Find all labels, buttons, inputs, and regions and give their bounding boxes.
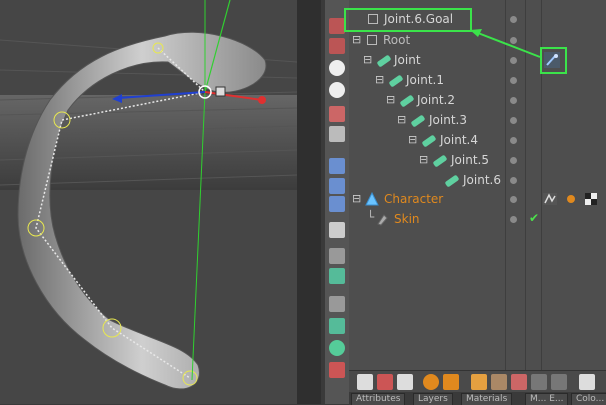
tree-item-joint-3[interactable]: ⊟ Joint.3	[349, 110, 606, 130]
film-icon[interactable]	[397, 374, 413, 390]
joint-icon	[399, 94, 415, 108]
null-root-icon	[367, 35, 377, 45]
object-manager-toolbar	[325, 0, 349, 404]
visibility-dot[interactable]	[510, 137, 517, 144]
3d-view-icon[interactable]	[531, 374, 547, 390]
tree-item-label: Joint	[394, 53, 421, 67]
tree-item-joint-2[interactable]: ⊟ Joint.2	[349, 90, 606, 110]
collapse-icon[interactable]: ⊟	[408, 133, 417, 146]
tree-item-label: Root	[383, 33, 411, 47]
tree-item-label: Joint.6	[463, 173, 501, 187]
tree-item-joint-1[interactable]: ⊟ Joint.1	[349, 70, 606, 90]
gizmo-plane-icon[interactable]	[215, 86, 226, 97]
viewport-canvas[interactable]	[0, 0, 297, 404]
joint-icon	[421, 134, 437, 148]
collapse-icon[interactable]: ⊟	[352, 33, 361, 46]
joint-icon	[388, 74, 404, 88]
tree-item-label: Joint.2	[417, 93, 455, 107]
tab-materials[interactable]: Materials	[461, 393, 513, 405]
null-icon[interactable]	[329, 222, 345, 238]
visibility-dot[interactable]	[510, 77, 517, 84]
visibility-dot[interactable]	[510, 37, 517, 44]
ik-icon[interactable]	[329, 268, 345, 284]
effector-icon[interactable]	[329, 318, 345, 334]
ik-tag-highlight-box	[540, 47, 567, 74]
tree-branch-icon: └	[367, 210, 375, 224]
tab-me[interactable]: M... E...	[525, 393, 569, 405]
joint-icon	[432, 154, 448, 168]
collapse-icon[interactable]: ⊟	[397, 113, 406, 126]
tree-item-label: Character	[384, 192, 444, 206]
bone-icon[interactable]	[511, 374, 527, 390]
tree-item-label: Joint.1	[406, 73, 444, 87]
visibility-dot[interactable]	[510, 177, 517, 184]
3d-viewport[interactable]	[0, 0, 297, 404]
motion-tag-icon	[543, 193, 557, 205]
visibility-dot[interactable]	[510, 157, 517, 164]
joint-align-icon[interactable]	[329, 196, 345, 212]
figure-icon[interactable]	[329, 106, 345, 122]
character-tags[interactable]	[543, 191, 603, 207]
settings-icon[interactable]	[579, 374, 595, 390]
tree-item-character[interactable]: ⊟ Character	[349, 189, 606, 209]
mesh-icon[interactable]	[329, 296, 345, 312]
ik-solver-icon[interactable]	[491, 374, 507, 390]
joint-icon	[444, 174, 460, 188]
visibility-dot[interactable]	[510, 216, 517, 223]
joint-tool-icon[interactable]	[329, 158, 345, 174]
object-manager-bottom-toolbar	[349, 370, 606, 393]
x-axis-arrow-icon[interactable]	[258, 96, 266, 104]
tree-item-joint-4[interactable]: ⊟ Joint.4	[349, 130, 606, 150]
goal-highlight-box	[344, 8, 472, 32]
collapse-icon[interactable]: ⊟	[386, 93, 395, 106]
weight-tag-icon	[567, 195, 575, 203]
deformer-icon[interactable]	[329, 362, 345, 378]
skin-icon	[377, 214, 388, 226]
manager-tabs: Attributes Layers Materials M... E... Co…	[349, 392, 606, 405]
viewport-divider[interactable]	[297, 0, 321, 404]
tree-item-label: Joint.4	[440, 133, 478, 147]
character-icon	[365, 192, 379, 206]
visibility-dot[interactable]	[510, 57, 517, 64]
visibility-dot[interactable]	[510, 117, 517, 124]
tab-layers[interactable]: Layers	[413, 393, 453, 405]
tab-attributes[interactable]: Attributes	[351, 393, 406, 405]
checkmark-icon[interactable]: ✔	[529, 211, 539, 225]
collapse-icon[interactable]: ⊟	[363, 53, 372, 66]
tab-colors[interactable]: Colo...	[571, 393, 606, 405]
3d-view-alt-icon[interactable]	[551, 374, 567, 390]
joint-icon	[376, 54, 392, 68]
render-icon[interactable]	[357, 374, 373, 390]
tree-item-joint-5[interactable]: ⊟ Joint.5	[349, 150, 606, 170]
sphere-icon[interactable]	[329, 60, 345, 76]
object-manager: Joint.6.Goal ⊟ Root ⊟ Joint ⊟ Joint.1 ⊟ …	[349, 0, 606, 404]
point-icon[interactable]	[329, 340, 345, 356]
filter-icon[interactable]	[329, 38, 345, 54]
visibility-dot[interactable]	[510, 97, 517, 104]
tree-item-label: Joint.3	[429, 113, 467, 127]
collapse-icon[interactable]: ⊟	[352, 192, 361, 205]
move-icon[interactable]	[471, 374, 487, 390]
tree-item-label: Joint.5	[451, 153, 489, 167]
joint-icon	[410, 114, 426, 128]
sphere-alt-icon[interactable]	[329, 82, 345, 98]
tree-item-skin[interactable]: └ Skin ✔	[349, 209, 606, 229]
record-icon[interactable]	[377, 374, 393, 390]
collapse-icon[interactable]: ⊟	[419, 153, 428, 166]
joint-chain-icon[interactable]	[329, 178, 345, 194]
tree-item-joint-6[interactable]: Joint.6	[349, 170, 606, 190]
cluster-icon[interactable]	[329, 126, 345, 142]
keyframe-icon[interactable]	[443, 374, 459, 390]
hierarchy-icon[interactable]	[329, 18, 345, 34]
visibility-dot[interactable]	[510, 196, 517, 203]
collapse-icon[interactable]: ⊟	[375, 73, 384, 86]
key-icon[interactable]	[423, 374, 439, 390]
visibility-dot[interactable]	[510, 16, 517, 23]
weight-icon[interactable]	[329, 248, 345, 264]
tree-item-root[interactable]: ⊟ Root	[349, 30, 606, 50]
tree-item-label: Skin	[394, 212, 420, 226]
tree-item-joint[interactable]: ⊟ Joint	[349, 50, 606, 70]
